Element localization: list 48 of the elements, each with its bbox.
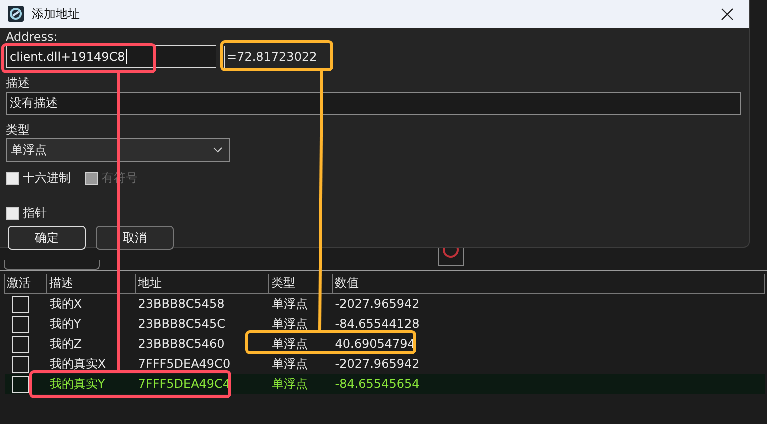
- window-title: 添加地址: [32, 6, 81, 22]
- value-cell: 40.69054794: [335, 337, 416, 351]
- address-cell: 23BBB8C5458: [138, 297, 225, 311]
- description-cell: 我的X: [50, 296, 82, 310]
- column-header[interactable]: 地址: [135, 274, 269, 294]
- chevron-icon: [213, 147, 223, 153]
- type-cell: 单浮点: [272, 316, 308, 330]
- column-header[interactable]: 激活: [4, 274, 47, 294]
- description-cell: 我的Y: [50, 316, 82, 330]
- type-cell: 单浮点: [272, 356, 308, 370]
- description-cell: 我的真实Y: [50, 376, 106, 390]
- stop-icon: [438, 248, 464, 268]
- active-checkbox[interactable]: [12, 336, 28, 352]
- value-cell: -84.65544128: [335, 317, 420, 331]
- address-field[interactable]: client.dll+19149C8: [6, 45, 216, 68]
- checkbox[interactable]: [6, 207, 19, 220]
- active-checkbox[interactable]: [12, 376, 28, 392]
- address-cell: 23BBB8C545C: [138, 317, 226, 331]
- checkbox[interactable]: [6, 172, 19, 185]
- ok-button[interactable]: 确定: [8, 226, 86, 250]
- resolved-value: =72.81723022: [224, 46, 318, 68]
- active-checkbox[interactable]: [12, 296, 28, 312]
- value-cell: -2027.965942: [335, 357, 420, 371]
- type-label: 类型: [6, 123, 31, 137]
- option-label: 十六进制: [23, 170, 71, 187]
- description-cell: 我的真实X: [50, 356, 106, 370]
- value-cell: -2027.965942: [335, 297, 420, 311]
- column-header[interactable]: 数值: [332, 274, 764, 294]
- description-field[interactable]: 没有描述: [6, 92, 741, 115]
- active-checkbox[interactable]: [12, 316, 28, 332]
- address-cell: 23BBB8C5460: [138, 337, 225, 351]
- description-cell: 我的Z: [50, 336, 82, 350]
- column-header[interactable]: 描述: [46, 274, 136, 294]
- close-icon: [720, 8, 734, 20]
- cancel-button[interactable]: 取消: [96, 226, 174, 250]
- address-cell: 7FFF5DEA49C0: [138, 357, 231, 371]
- value-cell: -84.65545654: [335, 377, 420, 391]
- column-header[interactable]: 类型: [268, 274, 332, 294]
- address-cell: 7FFF5DEA49C4: [138, 377, 231, 391]
- active-checkbox[interactable]: [12, 356, 28, 372]
- type-cell: 单浮点: [272, 336, 308, 350]
- description-label: 描述: [6, 76, 31, 90]
- option-label: 指针: [23, 205, 47, 222]
- app-icon: [8, 6, 24, 22]
- type-cell: 单浮点: [272, 376, 308, 390]
- type-dropdown[interactable]: 单浮点: [6, 138, 230, 162]
- address-label: Address:: [6, 30, 59, 44]
- type-cell: 单浮点: [272, 296, 308, 310]
